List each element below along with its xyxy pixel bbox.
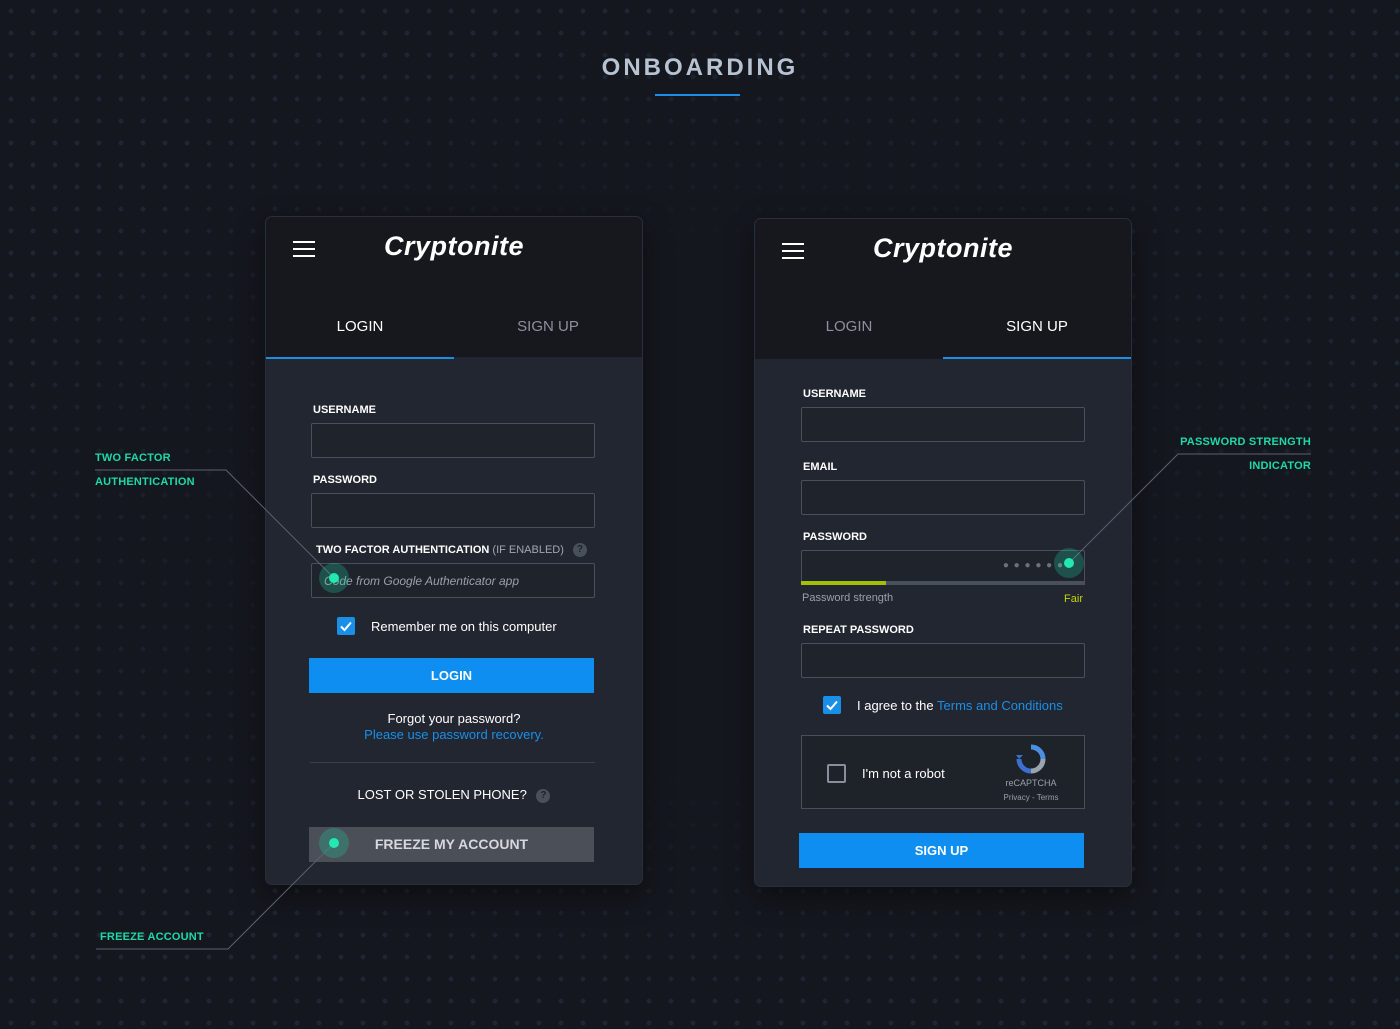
annotation-lines (95, 453, 1311, 950)
freeze-hotspot (319, 828, 349, 858)
two-factor-hotspot (319, 563, 349, 593)
two-factor-annotation-line1: TWO FACTOR (95, 452, 171, 464)
strength-hotspot (1054, 548, 1084, 578)
strength-annotation-line1: PASSWORD STRENGTH (1180, 436, 1311, 448)
two-factor-annotation-line2: AUTHENTICATION (95, 476, 195, 488)
freeze-annotation: FREEZE ACCOUNT (100, 931, 204, 943)
strength-annotation-line2: INDICATOR (1249, 460, 1311, 472)
